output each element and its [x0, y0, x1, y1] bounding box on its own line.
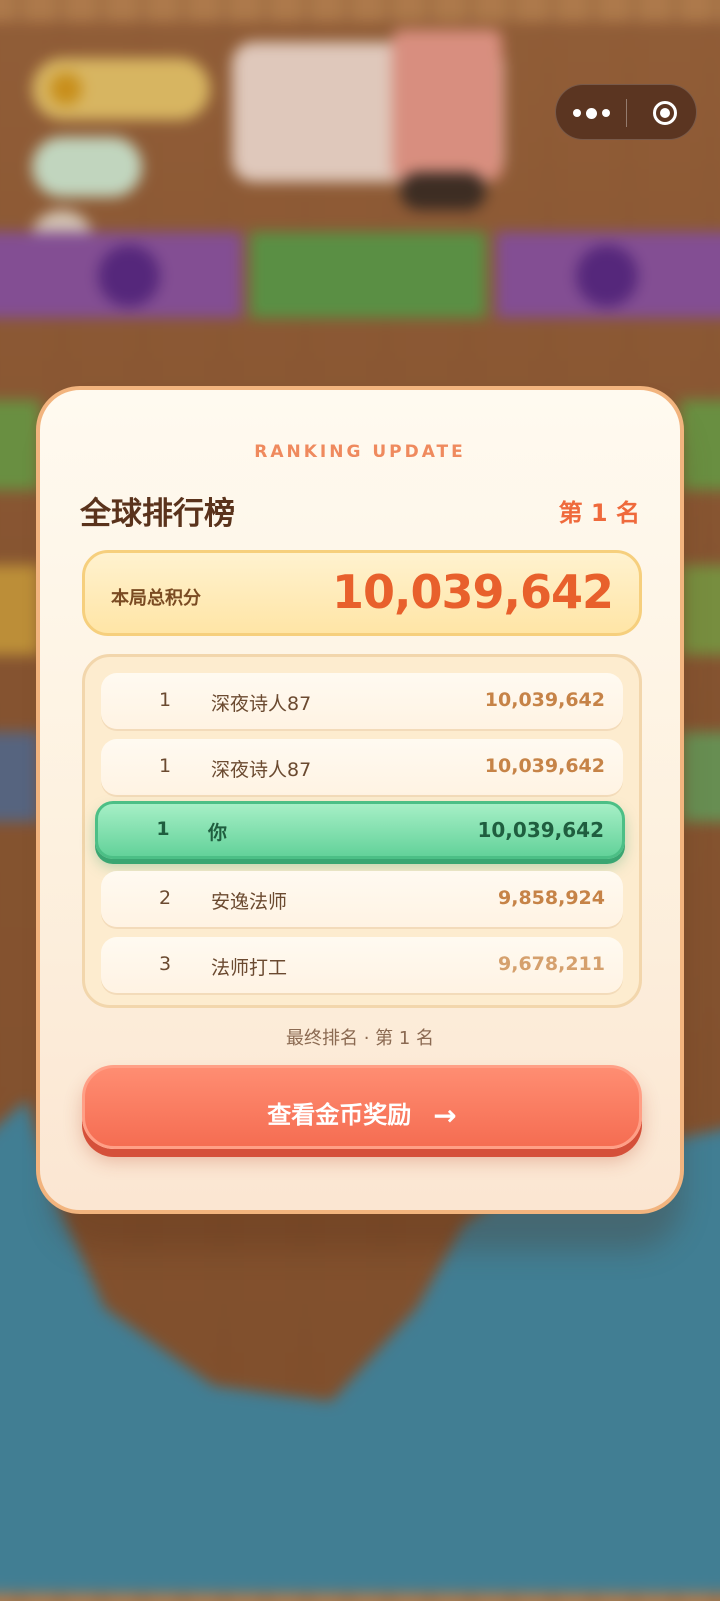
ranking-modal: RANKING UPDATE 全球排行榜 第 1 名 本局总积分 10,039,… [36, 386, 684, 1214]
leaderboard-list: 1 深夜诗人87 10,039,642 1 深夜诗人87 10,039,642 … [82, 654, 642, 1008]
miniprogram-capsule [555, 84, 697, 140]
final-rank-text: 最终排名 · 第 1 名 [285, 1028, 435, 1049]
view-coin-reward-button[interactable]: 查看金币奖励 → [82, 1065, 642, 1149]
row-player-name: 安逸法师 [211, 891, 288, 913]
leaderboard-row: 1 深夜诗人87 10,039,642 [101, 673, 623, 729]
capsule-divider [626, 99, 627, 127]
row-player-name: 你 [208, 822, 228, 844]
rank-badge: 第 1 名 [558, 499, 640, 527]
page-title: 全球排行榜 [80, 496, 235, 532]
leaderboard-row: 1 深夜诗人87 10,039,642 [101, 739, 623, 795]
leaderboard-row: 3 法师打工 9,678,211 [101, 937, 623, 993]
row-points: 10,039,642 [484, 755, 605, 777]
modal-overline: RANKING UPDATE [254, 442, 466, 462]
row-points: 9,858,924 [498, 887, 605, 909]
row-rank: 1 [158, 689, 172, 711]
row-rank: 1 [156, 818, 170, 840]
row-points: 10,039,642 [484, 689, 605, 711]
cta-label: 查看金币奖励 [267, 1101, 412, 1129]
total-score-value: 10,039,642 [331, 565, 614, 619]
arrow-right-icon: → [433, 1099, 457, 1132]
row-player-name: 深夜诗人87 [211, 759, 312, 781]
target-circle-icon[interactable] [634, 85, 696, 141]
row-rank: 1 [158, 755, 172, 777]
row-player-name: 深夜诗人87 [211, 693, 312, 715]
row-rank: 2 [158, 887, 172, 909]
row-rank: 3 [158, 953, 172, 975]
total-score-box: 本局总积分 10,039,642 [82, 550, 642, 636]
total-score-label: 本局总积分 [111, 588, 201, 609]
row-points: 10,039,642 [477, 818, 604, 842]
more-dots-icon[interactable] [556, 85, 626, 141]
row-player-name: 法师打工 [211, 957, 288, 979]
leaderboard-row: 2 安逸法师 9,858,924 [101, 871, 623, 927]
leaderboard-row-me: 1 你 10,039,642 [95, 801, 625, 859]
row-points: 9,678,211 [498, 953, 605, 975]
